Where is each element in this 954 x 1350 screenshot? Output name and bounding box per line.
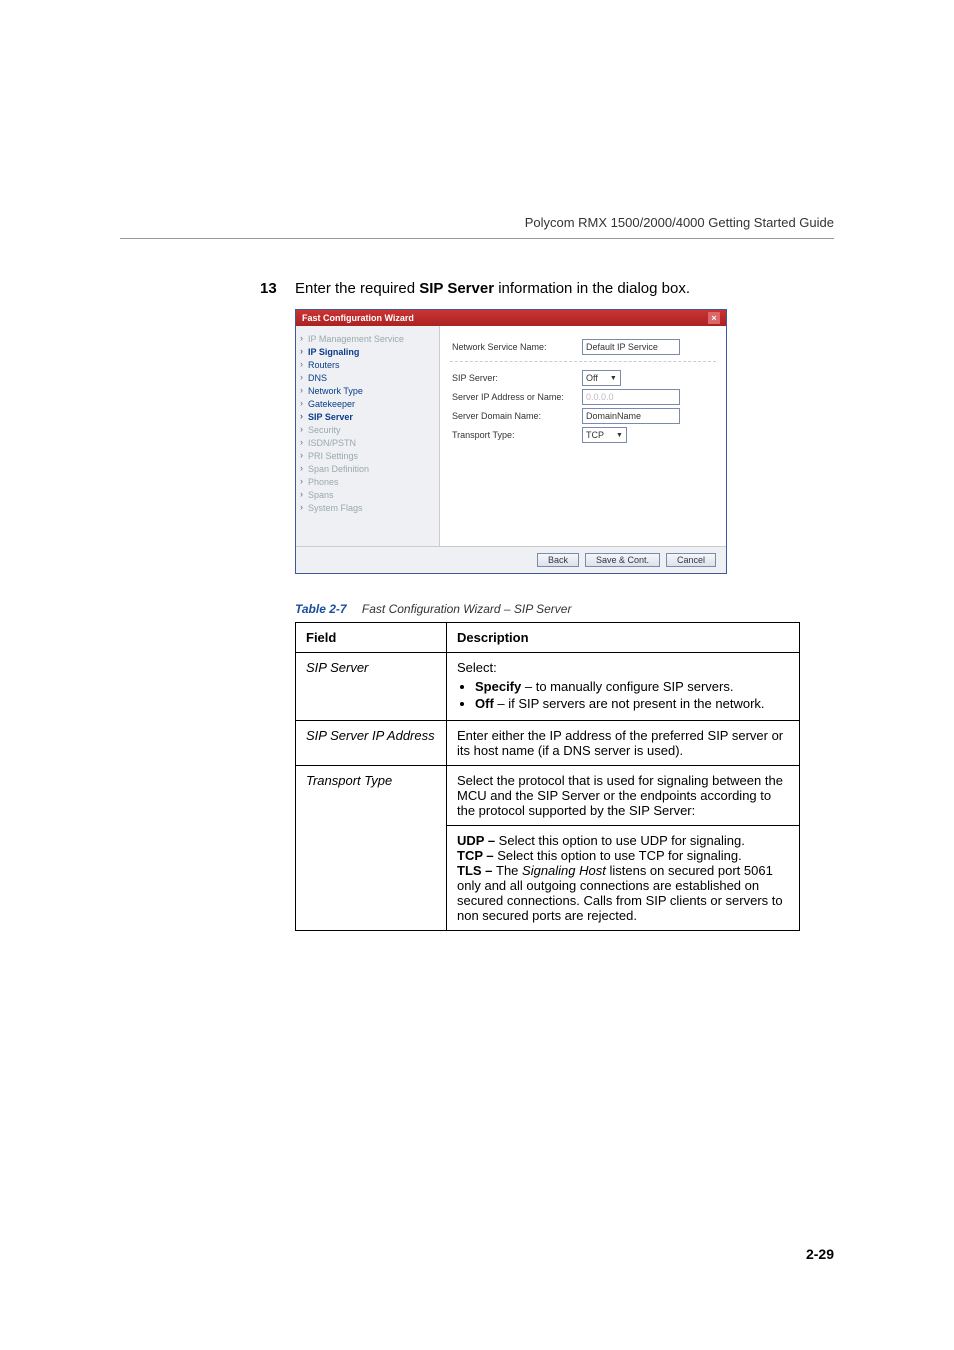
- nav-network-type[interactable]: Network Type: [300, 384, 435, 397]
- wizard-dialog: Fast Configuration Wizard × IP Managemen…: [295, 309, 727, 574]
- table-caption-title: Fast Configuration Wizard – SIP Server: [362, 602, 572, 616]
- page-number: 2-29: [806, 1246, 834, 1262]
- nav-security[interactable]: Security: [300, 423, 435, 436]
- close-icon[interactable]: ×: [708, 312, 720, 324]
- step-text-pre: Enter the required: [295, 280, 419, 297]
- header-guide-title: Polycom RMX 1500/2000/4000 Getting Start…: [525, 215, 834, 230]
- row1-off-b: Off: [475, 696, 494, 711]
- row1-field: SIP Server: [296, 653, 447, 721]
- row1-select: Select:: [457, 660, 497, 675]
- row2-desc: Enter either the IP address of the prefe…: [447, 721, 800, 766]
- step-instruction: Enter the required SIP Server informatio…: [295, 280, 834, 297]
- nav-routers[interactable]: Routers: [300, 358, 435, 371]
- row3-udp-rest: Select this option to use UDP for signal…: [499, 833, 745, 848]
- domain-input[interactable]: DomainName: [582, 408, 680, 424]
- step-text-post: information in the dialog box.: [494, 280, 690, 297]
- chevron-down-icon: ▼: [610, 375, 617, 382]
- wizard-titlebar: Fast Configuration Wizard ×: [296, 310, 726, 326]
- table-caption-number: Table 2-7: [295, 602, 347, 616]
- nav-span-def[interactable]: Span Definition: [300, 462, 435, 475]
- sip-server-select[interactable]: Off ▼: [582, 370, 621, 386]
- step-text-bold: SIP Server: [419, 280, 494, 297]
- server-ip-label: Server IP Address or Name:: [452, 392, 582, 402]
- nav-system-flags[interactable]: System Flags: [300, 501, 435, 514]
- row3-protocols: UDP – Select this option to use UDP for …: [447, 826, 800, 931]
- wizard-title-label: Fast Configuration Wizard: [302, 313, 414, 323]
- wizard-footer: Back Save & Cont. Cancel: [296, 546, 726, 573]
- back-button[interactable]: Back: [537, 553, 579, 567]
- row3-tls-b: TLS –: [457, 863, 496, 878]
- wizard-nav: IP Management Service IP Signaling Route…: [296, 326, 440, 546]
- server-ip-input[interactable]: 0.0.0.0: [582, 389, 680, 405]
- transport-select[interactable]: TCP ▼: [582, 427, 627, 443]
- row1-off-rest: – if SIP servers are not present in the …: [494, 696, 765, 711]
- svc-name-label: Network Service Name:: [452, 342, 582, 352]
- row3-tcp-rest: Select this option to use TCP for signal…: [497, 848, 742, 863]
- nav-ip-signaling[interactable]: IP Signaling: [300, 345, 435, 358]
- row3-tcp-b: TCP –: [457, 848, 497, 863]
- row1-specify-b: Specify: [475, 679, 521, 694]
- nav-sip-server[interactable]: SIP Server: [300, 410, 435, 423]
- row3-tls-pre: The: [496, 863, 522, 878]
- row3-desc: Select the protocol that is used for sig…: [447, 766, 800, 826]
- nav-phones[interactable]: Phones: [300, 475, 435, 488]
- transport-label: Transport Type:: [452, 430, 582, 440]
- nav-isdn[interactable]: ISDN/PSTN: [300, 436, 435, 449]
- save-continue-button[interactable]: Save & Cont.: [585, 553, 660, 567]
- wizard-main: Network Service Name: Default IP Service…: [440, 326, 726, 546]
- cancel-button[interactable]: Cancel: [666, 553, 716, 567]
- row3-field: Transport Type: [296, 766, 447, 931]
- row1-specify: Specify – to manually configure SIP serv…: [475, 679, 789, 694]
- row2-field: SIP Server IP Address: [296, 721, 447, 766]
- row3-tls-italic: Signaling Host: [522, 863, 606, 878]
- transport-value: TCP: [586, 430, 604, 440]
- chevron-down-icon: ▼: [616, 432, 623, 439]
- header-divider: [120, 238, 834, 239]
- svc-name-input[interactable]: Default IP Service: [582, 339, 680, 355]
- row1-desc: Select: Specify – to manually configure …: [447, 653, 800, 721]
- nav-dns[interactable]: DNS: [300, 371, 435, 384]
- nav-gatekeeper[interactable]: Gatekeeper: [300, 397, 435, 410]
- row1-off: Off – if SIP servers are not present in …: [475, 696, 789, 711]
- sip-server-label: SIP Server:: [452, 373, 582, 383]
- th-field: Field: [296, 623, 447, 653]
- row3-udp-b: UDP –: [457, 833, 499, 848]
- nav-pri-settings[interactable]: PRI Settings: [300, 449, 435, 462]
- sip-server-value: Off: [586, 373, 598, 383]
- nav-spans[interactable]: Spans: [300, 488, 435, 501]
- nav-ip-mgmt[interactable]: IP Management Service: [300, 332, 435, 345]
- domain-label: Server Domain Name:: [452, 411, 582, 421]
- row1-specify-rest: – to manually configure SIP servers.: [521, 679, 733, 694]
- table-caption: Table 2-7 Fast Configuration Wizard – SI…: [295, 602, 834, 616]
- step-number: 13: [260, 280, 277, 297]
- th-description: Description: [447, 623, 800, 653]
- reference-table: Field Description SIP Server Select: Spe…: [295, 622, 800, 931]
